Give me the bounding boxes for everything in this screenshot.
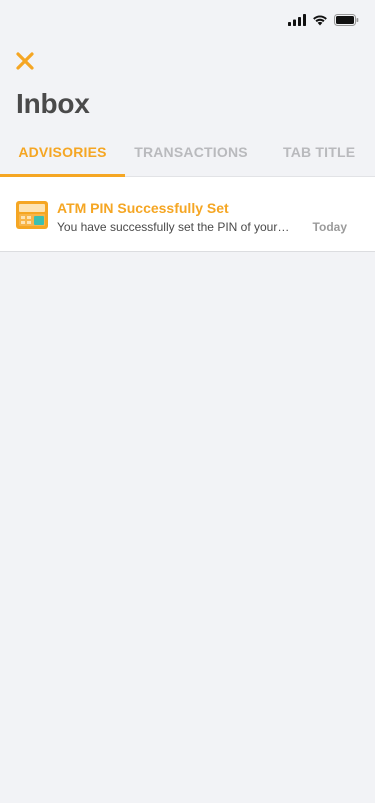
- wifi-icon: [312, 14, 328, 26]
- page-title: Inbox: [16, 88, 90, 119]
- tab-bar: ADVISORIES TRANSACTIONS TAB TITLE: [0, 130, 375, 177]
- list-item[interactable]: ATM PIN Successfully Set You have succes…: [0, 177, 375, 252]
- message-list: ATM PIN Successfully Set You have succes…: [0, 177, 375, 252]
- status-bar: [0, 0, 375, 44]
- message-date: Today: [312, 220, 347, 234]
- close-icon: [16, 52, 34, 70]
- inbox-screen: Inbox ADVISORIES TRANSACTIONS TAB TITLE: [0, 0, 375, 803]
- message-preview: You have successfully set the PIN of you…: [57, 220, 290, 234]
- atm-card-icon: [16, 201, 48, 229]
- close-button[interactable]: [14, 50, 36, 72]
- message-title: ATM PIN Successfully Set: [57, 200, 229, 216]
- cellular-signal-icon: [288, 14, 306, 26]
- battery-icon: [334, 14, 359, 26]
- tab-tab-title[interactable]: TAB TITLE: [257, 130, 375, 176]
- tab-advisories[interactable]: ADVISORIES: [0, 130, 125, 176]
- tab-transactions[interactable]: TRANSACTIONS: [125, 130, 257, 176]
- status-icons: [288, 14, 359, 26]
